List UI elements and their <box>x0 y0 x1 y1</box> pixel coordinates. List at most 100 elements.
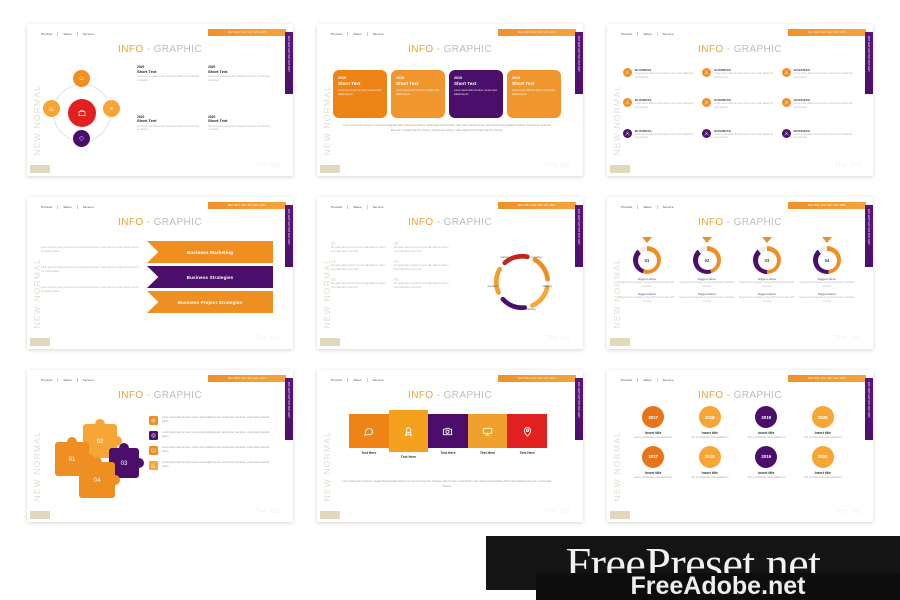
nav-item-sales[interactable]: Sales <box>347 378 366 382</box>
year-circle-title: Insert title <box>814 431 831 435</box>
nav-item-service[interactable]: Service <box>366 32 389 36</box>
nav-item-product[interactable]: Product <box>616 205 637 209</box>
year-circle-item[interactable]: 2019 Insert title Sed ut perspiciatis unde… <box>740 445 793 480</box>
nav-item-sales[interactable]: Sales <box>347 32 366 36</box>
tile-camera-icon[interactable] <box>428 414 468 448</box>
tile-monitor-icon[interactable] <box>467 414 508 448</box>
nav-item-product[interactable]: Product <box>326 205 347 209</box>
nav-item-product[interactable]: Product <box>36 205 57 209</box>
nav-item-sales[interactable]: Sales <box>57 205 76 209</box>
block-heading: Short Text <box>208 118 228 124</box>
arrow-banner[interactable]: Business Strategies <box>147 266 273 288</box>
year-circle-item[interactable]: 2018 Insert title Sed ut perspiciatis unde… <box>684 445 737 480</box>
year-circle-item[interactable]: 2019 Insert title Sed ut perspiciatis unde… <box>740 406 793 440</box>
nav-item-sales[interactable]: Sales <box>57 378 76 382</box>
block-body: Quod enim accusamus est voluptas sed sta… <box>208 76 271 82</box>
nav-item-product[interactable]: Product <box>326 32 347 36</box>
nav-item-service[interactable]: Service <box>366 378 389 382</box>
block-heading: Short Text <box>208 68 228 74</box>
nav-item-service[interactable]: Service <box>76 205 99 209</box>
nav-item-product[interactable]: Product <box>616 32 637 36</box>
year-card[interactable]: 2019 Short Text Lorem ipsum dolor sit amet… <box>507 70 561 118</box>
user-icon <box>623 68 632 77</box>
nav-item-sales[interactable]: Sales <box>637 32 656 36</box>
puzzle-graphic: 02 01 03 04 <box>39 412 147 504</box>
nav-item-service[interactable]: Service <box>76 32 99 36</box>
year-cards-slide[interactable]: Product Sales Service DAY WAY DAY PAY DAY W… <box>317 24 583 176</box>
target-icon <box>149 431 158 440</box>
donut-step[interactable]: 01 Biggest Name Neque porro quisquam est q… <box>619 237 675 304</box>
year-circles-slide[interactable]: Product Sales Service DAY WAY DAY PAY DAY W… <box>607 370 873 522</box>
arrow-banner-label: Business Marketing <box>186 249 234 255</box>
nav-item-sales[interactable]: Sales <box>637 205 656 209</box>
title-separator: - <box>433 44 444 55</box>
nav-item-service[interactable]: Service <box>656 205 679 209</box>
year-circle-item[interactable]: 2018 Insert title Sed ut perspiciatis unde… <box>684 406 737 440</box>
business-grid-slide[interactable]: Product Sales Service DAY WAY DAY PAY DAY W… <box>607 24 873 176</box>
nav-item-sales[interactable]: Sales <box>57 32 76 36</box>
tile-chat-icon[interactable] <box>349 414 389 448</box>
nav-item-product[interactable]: Product <box>36 32 57 36</box>
donut-step[interactable]: 02 Biggest Name Neque porro quisquam est q… <box>679 237 735 304</box>
circle-diagram-slide[interactable]: Product Sales Service DAY WAY DAY PAY DAY W… <box>27 24 293 176</box>
icon-tiles-slide[interactable]: Product Sales Service DAY WAY DAY PAY DAY W… <box>317 370 583 522</box>
year-circle-body: Sed ut perspiciatis unde adipiscient <box>691 436 729 439</box>
nav-item-product[interactable]: Product <box>616 378 637 382</box>
triangle-marker <box>702 237 712 243</box>
title-word-info: INFO <box>408 390 434 401</box>
nav-item-sales[interactable]: Sales <box>637 378 656 382</box>
year-card[interactable]: 2019 Short Text Lorem ipsum dolor sit amet… <box>333 70 387 118</box>
ribbon-text: DAY WAY DAY PAY DAY WAY <box>807 377 847 380</box>
slide8-footer-text: Lorem Ipsum Doce Sit Amet, Feugiat Delic… <box>342 480 552 488</box>
year-circle-item[interactable]: 2017 Insert title Sed ut perspiciatis unde… <box>627 406 680 440</box>
nav-item-product[interactable]: Product <box>326 378 347 382</box>
business-item: BUSINESS Lorem ipsum dolor sit amet ipsum… <box>702 98 775 123</box>
slide-cell-2: Product Sales Service DAY WAY DAY PAY DAY W… <box>305 24 595 197</box>
item-body: Per quam dolor sit justo est a leo dap d… <box>331 247 386 253</box>
nav-item-service[interactable]: Service <box>366 205 389 209</box>
card-heading: Short Text <box>512 81 535 86</box>
year-circle-body: Sed ut perspiciatis unde adipiscient <box>634 436 672 439</box>
donut-steps-slide[interactable]: Product Sales Service DAY WAY DAY PAY DAY W… <box>607 197 873 349</box>
nav-item-sales[interactable]: Sales <box>347 205 366 209</box>
user-icon <box>623 98 632 108</box>
tile-pin-icon[interactable] <box>507 414 547 448</box>
business-item-text: BUSINESS Lorem ipsum dolor sit amet ipsum… <box>794 68 855 93</box>
slide-cell-8: Product Sales Service DAY WAY DAY PAY DAY W… <box>305 370 595 543</box>
side-label-new-normal: NEW NORMAL <box>322 85 332 156</box>
item-number: 05 <box>331 277 336 283</box>
donut-step[interactable]: 03 Biggest Name Neque porro quisquam est q… <box>739 237 795 304</box>
side-vertical-tab: DAY WAY DAY PAY DAY WAY <box>575 378 583 440</box>
year-circle-item[interactable]: 2017 Insert title Sed ut perspiciatis unde… <box>627 445 680 480</box>
business-heading: BUSINESS <box>635 98 652 103</box>
donut-step[interactable]: 04 Biggest Name Neque porro quisquam est q… <box>799 237 855 304</box>
card-year: 2019 <box>396 76 404 80</box>
nav-item-service[interactable]: Service <box>76 378 99 382</box>
arrow-banner-label: Business Strategies <box>186 274 234 280</box>
business-heading: BUSINESS <box>714 98 731 103</box>
year-circle-item[interactable]: 2020 Insert title Sed ut perspiciatis unde… <box>797 406 850 440</box>
year-card[interactable]: 2019 Short Text Lorem ipsum dolor sit amet… <box>449 70 503 118</box>
puzzle-slide[interactable]: Product Sales Service DAY WAY DAY PAY DAY W… <box>27 370 293 522</box>
tile-medal-icon[interactable] <box>388 410 429 452</box>
year-circle-item[interactable]: 2020 Insert title Sed ut perspiciatis unde… <box>797 445 850 480</box>
arrow-banners-slide[interactable]: Product Sales Service DAY WAY DAY PAY DAY W… <box>27 197 293 349</box>
title-word-info: INFO <box>408 217 434 228</box>
corner-brand-text: The Vol. <box>544 162 573 169</box>
slide-nav: Product Sales Service <box>616 205 679 209</box>
year-card[interactable]: 2019 Short Text Lorem ipsum dolor sit amet… <box>391 70 445 118</box>
puzzle-list-item: Lorem ipsum dolor sit amet, conse ctetur… <box>149 446 273 455</box>
arrow-banner[interactable]: Business Project Strategies <box>147 291 273 313</box>
user-icon <box>702 128 712 138</box>
nav-item-service[interactable]: Service <box>656 32 679 36</box>
title-separator: - <box>723 217 734 228</box>
arrow-banner-label: Business Project Strategies <box>177 299 243 305</box>
nav-item-product[interactable]: Product <box>36 378 57 382</box>
user-icon <box>702 68 712 77</box>
user-icon <box>781 68 791 77</box>
cycle-diagram-slide[interactable]: Product Sales Service DAY WAY DAY PAY DAY W… <box>317 197 583 349</box>
nav-item-service[interactable]: Service <box>656 378 679 382</box>
arrow-banner[interactable]: Business Marketing <box>147 241 273 263</box>
side-vertical-tab: DAY WAY DAY PAY DAY WAY <box>865 378 873 440</box>
item-number: 03 <box>331 259 336 265</box>
